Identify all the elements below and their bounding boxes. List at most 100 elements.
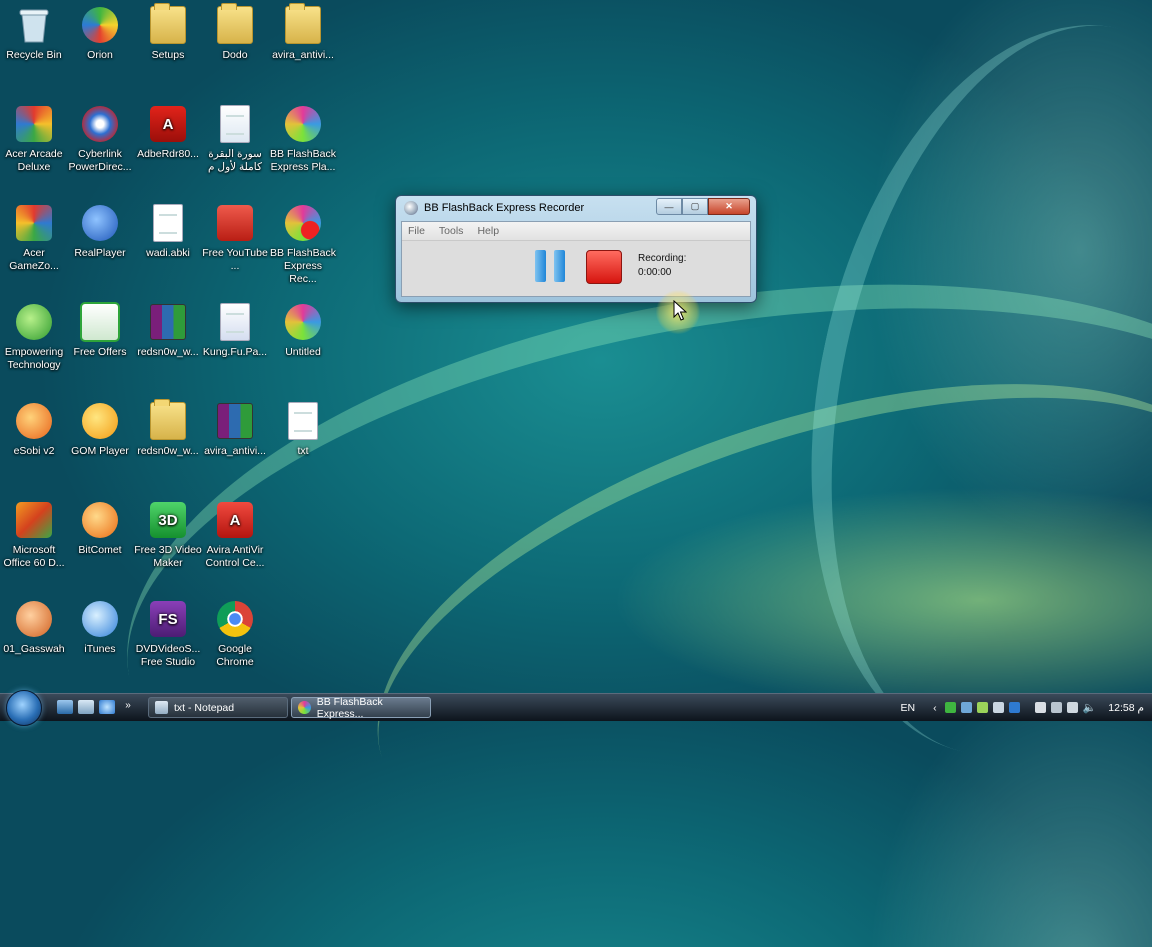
pause-button[interactable] (535, 250, 565, 282)
desktop-icon-setups[interactable]: Setups (134, 3, 202, 62)
desktop-icon-redsn0w-folder[interactable]: redsn0w_w... (134, 399, 202, 458)
icon-label: Recycle Bin (6, 49, 62, 61)
icon-label: wadi.abki (146, 247, 190, 259)
menu-file[interactable]: File (408, 225, 425, 237)
desktop-icon-orion[interactable]: Orion (66, 4, 134, 62)
menu-tools[interactable]: Tools (439, 225, 464, 237)
icon-label: DVDVideoS... Free Studio (135, 643, 201, 668)
desktop-icon-avira-folder[interactable]: avira_antivi... (269, 3, 337, 62)
desktop-icon-untitled[interactable]: Untitled (269, 301, 337, 359)
maximize-button[interactable]: ▢ (682, 198, 708, 215)
desktop-icon-dvdvideosoft[interactable]: FS DVDVideoS... Free Studio (134, 598, 202, 669)
icon-label: Dodo (222, 49, 248, 61)
desktop-icon-bitcomet[interactable]: BitComet (66, 499, 134, 557)
menu-help[interactable]: Help (477, 225, 499, 237)
icon-label: txt (297, 445, 309, 457)
desktop-icon-empowering[interactable]: Empowering Technology (0, 301, 68, 372)
icon-label: Acer GameZo... (9, 247, 59, 272)
switch-windows-icon[interactable] (78, 700, 94, 714)
language-indicator[interactable]: EN (900, 702, 915, 714)
desktop-icon-recycle-bin[interactable]: Recycle Bin (0, 4, 68, 62)
task-label: txt - Notepad (174, 701, 235, 714)
desktop-icon-dodo[interactable]: Dodo (201, 3, 269, 62)
desktop-icon-3d-video-maker[interactable]: 3D Free 3D Video Maker (134, 499, 202, 570)
system-tray: EN ‹ 🔈 12:58 م (900, 694, 1152, 721)
desktop-icon-office[interactable]: Microsoft Office 60 D... (0, 499, 68, 570)
icon-label: BB FlashBack Express Rec... (270, 247, 336, 285)
chevron-right-icon[interactable]: » (122, 700, 134, 714)
close-button[interactable]: ✕ (708, 198, 750, 215)
icon-label: Free 3D Video Maker (134, 544, 202, 569)
desktop-icon-avira[interactable]: A Avira AntiVir Control Ce... (201, 499, 269, 570)
task-bb-flashback[interactable]: BB FlashBack Express... (291, 696, 431, 720)
task-notepad[interactable]: txt - Notepad (148, 697, 288, 718)
bb-flashback-movie-icon (282, 301, 324, 343)
desktop-icon-redsn0w-rar[interactable]: redsn0w_w... (134, 301, 202, 359)
desktop-icon-adobe-reader[interactable]: A AdbeRdr80... (134, 103, 202, 161)
stop-button[interactable] (586, 250, 622, 284)
icon-label: Free YouTube ... (202, 247, 268, 272)
gom-player-icon (79, 400, 121, 442)
orion-icon (79, 4, 121, 46)
recorder-client-area: File Tools Help Recording: 0:00:00 (401, 221, 751, 297)
desktop-icon-esobi[interactable]: eSobi v2 (0, 400, 68, 458)
volume-icon[interactable]: 🔈 (1083, 701, 1097, 714)
desktop-icon-acer-arcade[interactable]: Acer Arcade Deluxe (0, 103, 68, 174)
icon-label: Acer Arcade Deluxe (5, 148, 63, 173)
folder-icon (282, 3, 324, 46)
recycle-bin-icon (13, 4, 55, 46)
mouse-pointer-icon (673, 300, 687, 321)
pause-icon (535, 250, 546, 282)
desktop-icon-gasswah[interactable]: 01_Gasswah (0, 598, 68, 656)
desktop-icon-cyberlink[interactable]: Cyberlink PowerDirec... (66, 103, 134, 174)
desktop-icon-gom-player[interactable]: GOM Player (66, 400, 134, 458)
icon-label: Untitled (285, 346, 321, 358)
free-offers-icon (79, 301, 121, 343)
esobi-icon (13, 400, 55, 442)
recorder-window: BB FlashBack Express Recorder — ▢ ✕ File… (395, 195, 757, 303)
tray-app-icon[interactable] (944, 702, 956, 713)
clock[interactable]: 12:58 م (1108, 702, 1144, 714)
desktop-icon-realplayer[interactable]: RealPlayer (66, 202, 134, 260)
tray-app-icon[interactable] (1034, 702, 1046, 713)
desktop-icon-avira-rar[interactable]: avira_antivi... (201, 400, 269, 458)
icon-label: avira_antivi... (272, 49, 334, 61)
internet-explorer-icon[interactable] (99, 700, 115, 714)
icon-label: Setups (151, 49, 185, 61)
desktop-icon-bb-recorder[interactable]: BB FlashBack Express Rec... (269, 202, 337, 286)
desktop-icon-wadi-mp3[interactable]: wadi.abki (134, 202, 202, 260)
desktop-icon-itunes[interactable]: iTunes (66, 598, 134, 656)
tray-app-icon[interactable] (976, 702, 988, 713)
youtube-downloader-icon (214, 202, 256, 244)
acer-gamezone-icon (13, 202, 55, 244)
desktop-icon-acer-gamezone[interactable]: Acer GameZo... (0, 202, 68, 273)
show-desktop-icon[interactable] (57, 700, 73, 714)
desktop-icon-arabic-audio[interactable]: سورة البقرة كاملة لأول م (201, 103, 269, 174)
desktop-icon-free-offers[interactable]: Free Offers (66, 301, 134, 359)
recording-time: 0:00:00 (638, 267, 672, 278)
tray-app-icon[interactable] (1008, 702, 1020, 713)
recording-label: Recording: (638, 253, 687, 264)
start-button[interactable] (6, 690, 42, 726)
tray-expand-icon[interactable]: ‹ (933, 702, 937, 714)
desktop-icon-free-youtube[interactable]: Free YouTube ... (201, 202, 269, 273)
desktop-icon-kungfu-avi[interactable]: Kung.Fu.Pa... (201, 301, 269, 359)
realplayer-icon (79, 202, 121, 244)
safely-remove-icon[interactable] (1066, 702, 1078, 713)
icon-label: BB FlashBack Express Pla... (270, 148, 336, 173)
icon-label: eSobi v2 (13, 445, 55, 457)
tray-app-icon[interactable] (960, 702, 972, 713)
minimize-button[interactable]: — (656, 198, 682, 215)
bb-flashback-recorder-icon (404, 201, 418, 215)
desktop-icon-bb-player[interactable]: BB FlashBack Express Pla... (269, 103, 337, 174)
acer-arcade-icon (13, 103, 55, 145)
window-controls: — ▢ ✕ (656, 198, 750, 215)
desktop-icon-txt[interactable]: txt (269, 400, 337, 458)
taskbar: » txt - Notepad BB FlashBack Express... … (0, 690, 1152, 726)
network-icon[interactable] (1050, 702, 1062, 713)
cyberlink-icon (79, 103, 121, 145)
desktop-icon-chrome[interactable]: Google Chrome (201, 598, 269, 669)
empowering-tech-icon (13, 301, 55, 343)
icon-label: redsn0w_w... (137, 445, 199, 457)
tray-app-icon[interactable] (992, 702, 1004, 713)
